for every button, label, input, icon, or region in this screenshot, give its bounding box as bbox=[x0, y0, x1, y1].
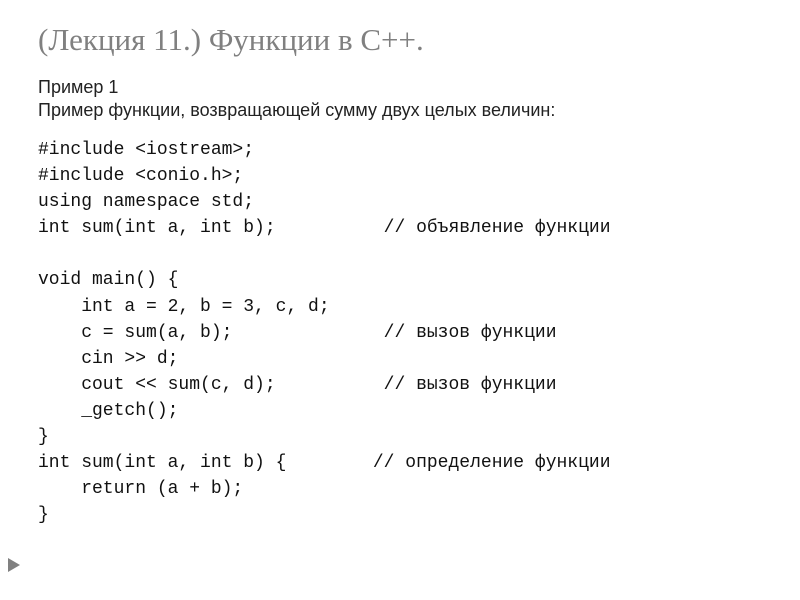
corner-arrow-icon bbox=[8, 558, 20, 572]
example-label: Пример 1 bbox=[38, 77, 118, 97]
code-line: } bbox=[38, 505, 49, 525]
code-line: cin >> d; bbox=[38, 349, 178, 369]
code-comment: // объявление функции bbox=[384, 218, 611, 238]
code-comment: // вызов функции bbox=[384, 375, 557, 395]
code-line: return (a + b); bbox=[38, 479, 243, 499]
code-line: #include <iostream>; bbox=[38, 140, 254, 160]
slide: (Лекция 11.) Функции в С++. Пример 1 При… bbox=[0, 0, 800, 600]
code-line: int a = 2, b = 3, c, d; bbox=[38, 297, 330, 317]
slide-title: (Лекция 11.) Функции в С++. bbox=[38, 22, 770, 58]
code-block: #include <iostream>; #include <conio.h>;… bbox=[38, 137, 770, 528]
code-comment: // определение функции bbox=[373, 453, 611, 473]
code-line: int sum(int a, int b); bbox=[38, 218, 276, 238]
example-description: Пример функции, возвращающей сумму двух … bbox=[38, 100, 555, 120]
code-line: void main() { bbox=[38, 270, 178, 290]
code-line: c = sum(a, b); bbox=[38, 323, 232, 343]
code-line: int sum(int a, int b) { bbox=[38, 453, 286, 473]
code-comment: // вызов функции bbox=[384, 323, 557, 343]
code-line: cout << sum(c, d); bbox=[38, 375, 276, 395]
code-line: } bbox=[38, 427, 49, 447]
code-line: using namespace std; bbox=[38, 192, 254, 212]
code-line: #include <conio.h>; bbox=[38, 166, 243, 186]
code-line: _getch(); bbox=[38, 401, 178, 421]
example-header: Пример 1 Пример функции, возвращающей су… bbox=[38, 76, 770, 121]
